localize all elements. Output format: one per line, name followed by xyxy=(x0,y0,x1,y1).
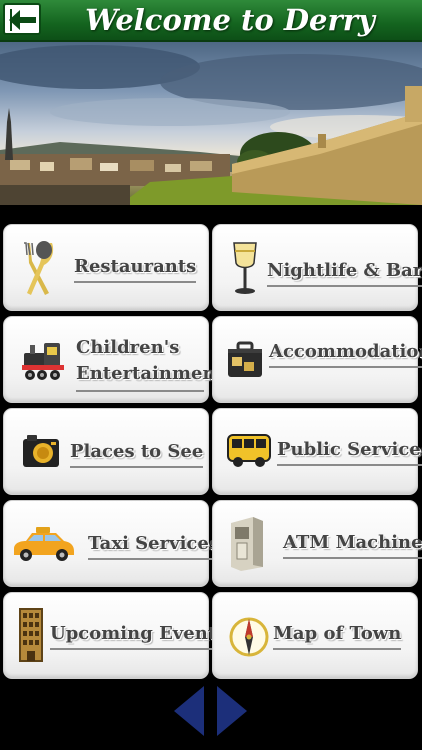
menu-item-childrens-entertainment[interactable]: Children's Entertainment xyxy=(3,316,224,403)
menu-item-label: Public Services xyxy=(277,439,422,466)
menu-item-public-services[interactable]: Public Services xyxy=(212,408,422,495)
menu-item-label: Children's Entertainment xyxy=(76,335,224,392)
menu-item-label: Map of Town xyxy=(273,623,402,650)
toy-train-icon xyxy=(22,343,64,380)
building-icon xyxy=(19,608,43,662)
menu-grid: Restaurants Nightlife & Bars Children's … xyxy=(0,205,422,690)
suitcase-icon xyxy=(228,341,262,377)
menu-item-restaurants[interactable]: Restaurants xyxy=(3,224,209,311)
camera-icon xyxy=(23,435,59,467)
menu-item-upcoming-events[interactable]: Upcoming Events xyxy=(3,592,227,679)
menu-item-places-to-see[interactable]: Places to See xyxy=(3,408,209,495)
menu-item-taxi-services[interactable]: Taxi Services xyxy=(3,500,219,587)
menu-item-label: ATM Machines xyxy=(283,532,422,559)
menu-item-label: Restaurants xyxy=(74,256,197,283)
page-title: Welcome to Derry xyxy=(85,3,375,37)
bus-icon xyxy=(227,434,271,467)
previous-arrow-icon[interactable] xyxy=(174,686,204,736)
compass-icon xyxy=(229,617,269,657)
menu-item-label: Nightlife & Bars xyxy=(267,260,422,287)
cutlery-icon xyxy=(24,241,54,295)
menu-item-label: Taxi Services xyxy=(88,533,219,560)
next-arrow-icon[interactable] xyxy=(217,686,247,736)
menu-item-label: Upcoming Events xyxy=(50,623,227,650)
app-header: Welcome to Derry xyxy=(0,0,422,42)
menu-item-accommodation[interactable]: Accommodation xyxy=(212,316,422,403)
wine-glass-icon xyxy=(233,242,257,294)
menu-item-label: Accommodation xyxy=(269,341,422,368)
taxi-icon xyxy=(14,527,74,561)
menu-item-nightlife[interactable]: Nightlife & Bars xyxy=(212,224,422,311)
back-button[interactable] xyxy=(3,3,41,35)
atm-icon xyxy=(231,517,263,571)
hero-image xyxy=(0,42,422,205)
menu-item-map-of-town[interactable]: Map of Town xyxy=(212,592,418,679)
menu-item-label: Places to See xyxy=(70,441,204,468)
back-arrow-icon xyxy=(8,9,38,31)
menu-item-atm-machines[interactable]: ATM Machines xyxy=(212,500,422,587)
